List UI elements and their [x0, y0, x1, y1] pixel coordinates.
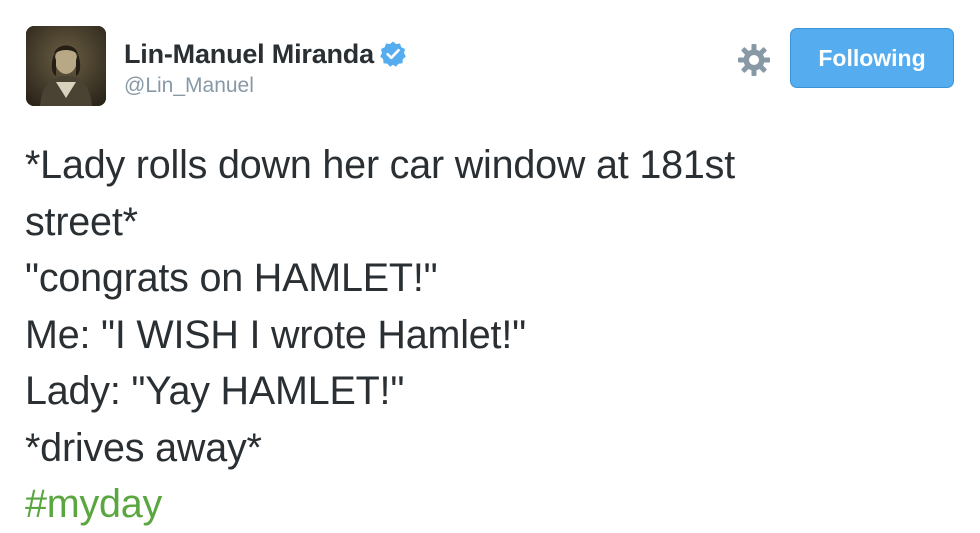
- following-button[interactable]: Following: [790, 28, 954, 88]
- gear-icon[interactable]: [736, 42, 772, 78]
- tweet-text-line: Lady: "Yay HAMLET!": [25, 369, 405, 413]
- user-handle[interactable]: @Lin_Manuel: [124, 74, 407, 98]
- tweet-text: *Lady rolls down her car window at 181st…: [25, 137, 955, 533]
- tweet-text-line: street*: [25, 199, 138, 244]
- user-info: Lin-Manuel Miranda @Lin_Manuel: [124, 38, 407, 98]
- avatar[interactable]: [26, 26, 106, 106]
- tweet-text-line: Me: "I WISH I wrote Hamlet!": [25, 312, 526, 357]
- avatar-image: [26, 26, 106, 106]
- hashtag-link[interactable]: #myday: [25, 482, 162, 526]
- tweet-card: Lin-Manuel Miranda @Lin_Manuel Following…: [0, 0, 980, 532]
- verified-badge-icon: [379, 40, 407, 68]
- tweet-text-line: *drives away*: [25, 425, 262, 470]
- tweet-text-line: *Lady rolls down her car window at 181st: [25, 143, 735, 187]
- tweet-text-line: "congrats on HAMLET!": [25, 256, 438, 300]
- display-name-row: Lin-Manuel Miranda: [124, 38, 407, 70]
- hashtag-line: #myday: [25, 476, 955, 533]
- display-name[interactable]: Lin-Manuel Miranda: [124, 39, 374, 70]
